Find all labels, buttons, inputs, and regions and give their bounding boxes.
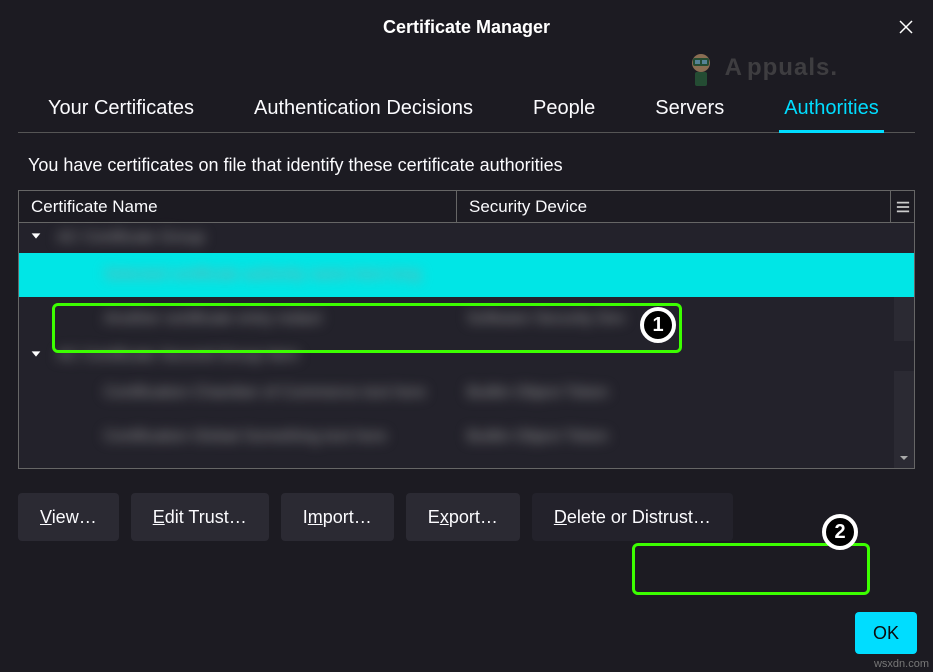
import-button[interactable]: Import… bbox=[281, 493, 394, 541]
view-button[interactable]: View… bbox=[18, 493, 119, 541]
close-button[interactable] bbox=[894, 15, 918, 39]
window-title: Certificate Manager bbox=[383, 17, 550, 38]
table-header: Certificate Name Security Device bbox=[19, 191, 914, 223]
annotation-badge-2: 2 bbox=[822, 514, 858, 550]
annotation-badge-1: 1 bbox=[640, 307, 676, 343]
table-row[interactable]: Another certificate entry redact Softwar… bbox=[19, 297, 914, 341]
tree-group-row[interactable]: AC Certificate Second Group Item bbox=[19, 341, 914, 371]
cert-device-redacted: Software Security Dev bbox=[467, 310, 914, 328]
tab-servers[interactable]: Servers bbox=[650, 97, 729, 132]
ok-button[interactable]: OK bbox=[855, 612, 917, 654]
group-label-redacted: AC Certificate Second Group Item bbox=[51, 347, 299, 365]
table-row[interactable]: Certification Global Something text here… bbox=[19, 415, 914, 459]
column-picker-icon[interactable] bbox=[890, 191, 914, 223]
column-header-name[interactable]: Certificate Name bbox=[19, 191, 457, 222]
cert-device-redacted: Builtin Object Token bbox=[467, 428, 914, 446]
annotation-highlight-2 bbox=[632, 543, 870, 595]
watermark-logo: Appuals. bbox=[681, 48, 838, 88]
cert-name-redacted: Selected certificate authority name here… bbox=[29, 266, 467, 284]
tab-authorities[interactable]: Authorities bbox=[779, 97, 884, 133]
certificate-table: Certificate Name Security Device AC Cert… bbox=[18, 190, 915, 469]
delete-distrust-button[interactable]: Delete or Distrust… bbox=[532, 493, 733, 541]
cert-name-redacted: Another certificate entry redact bbox=[29, 310, 467, 328]
tab-description: You have certificates on file that ident… bbox=[18, 133, 915, 190]
source-watermark: wsxdn.com bbox=[874, 658, 929, 670]
tree-group-row[interactable]: AC Certificate Group bbox=[19, 223, 914, 253]
tab-people[interactable]: People bbox=[528, 97, 600, 132]
cert-device-redacted: Builtin Object Token bbox=[467, 384, 914, 402]
action-button-row: View… Edit Trust… Import… Export… Delete… bbox=[18, 481, 915, 541]
tab-authentication-decisions[interactable]: Authentication Decisions bbox=[249, 97, 478, 132]
mascot-icon bbox=[681, 48, 721, 88]
cert-name-redacted: Certification Global Something text here bbox=[29, 428, 467, 446]
close-icon bbox=[897, 18, 915, 36]
table-row-selected[interactable]: Selected certificate authority name here… bbox=[19, 253, 914, 297]
column-header-device[interactable]: Security Device bbox=[457, 191, 914, 222]
table-body: AC Certificate Group Selected certificat… bbox=[19, 223, 914, 468]
tab-your-certificates[interactable]: Your Certificates bbox=[43, 97, 199, 132]
group-label-redacted: AC Certificate Group bbox=[51, 229, 205, 247]
chevron-down-icon bbox=[29, 347, 47, 365]
edit-trust-button[interactable]: Edit Trust… bbox=[131, 493, 269, 541]
chevron-down-icon bbox=[29, 229, 47, 247]
export-button[interactable]: Export… bbox=[406, 493, 520, 541]
cert-name-redacted: Certification Chamber of Commerce text h… bbox=[29, 384, 467, 402]
table-row[interactable]: Certification Chamber of Commerce text h… bbox=[19, 371, 914, 415]
